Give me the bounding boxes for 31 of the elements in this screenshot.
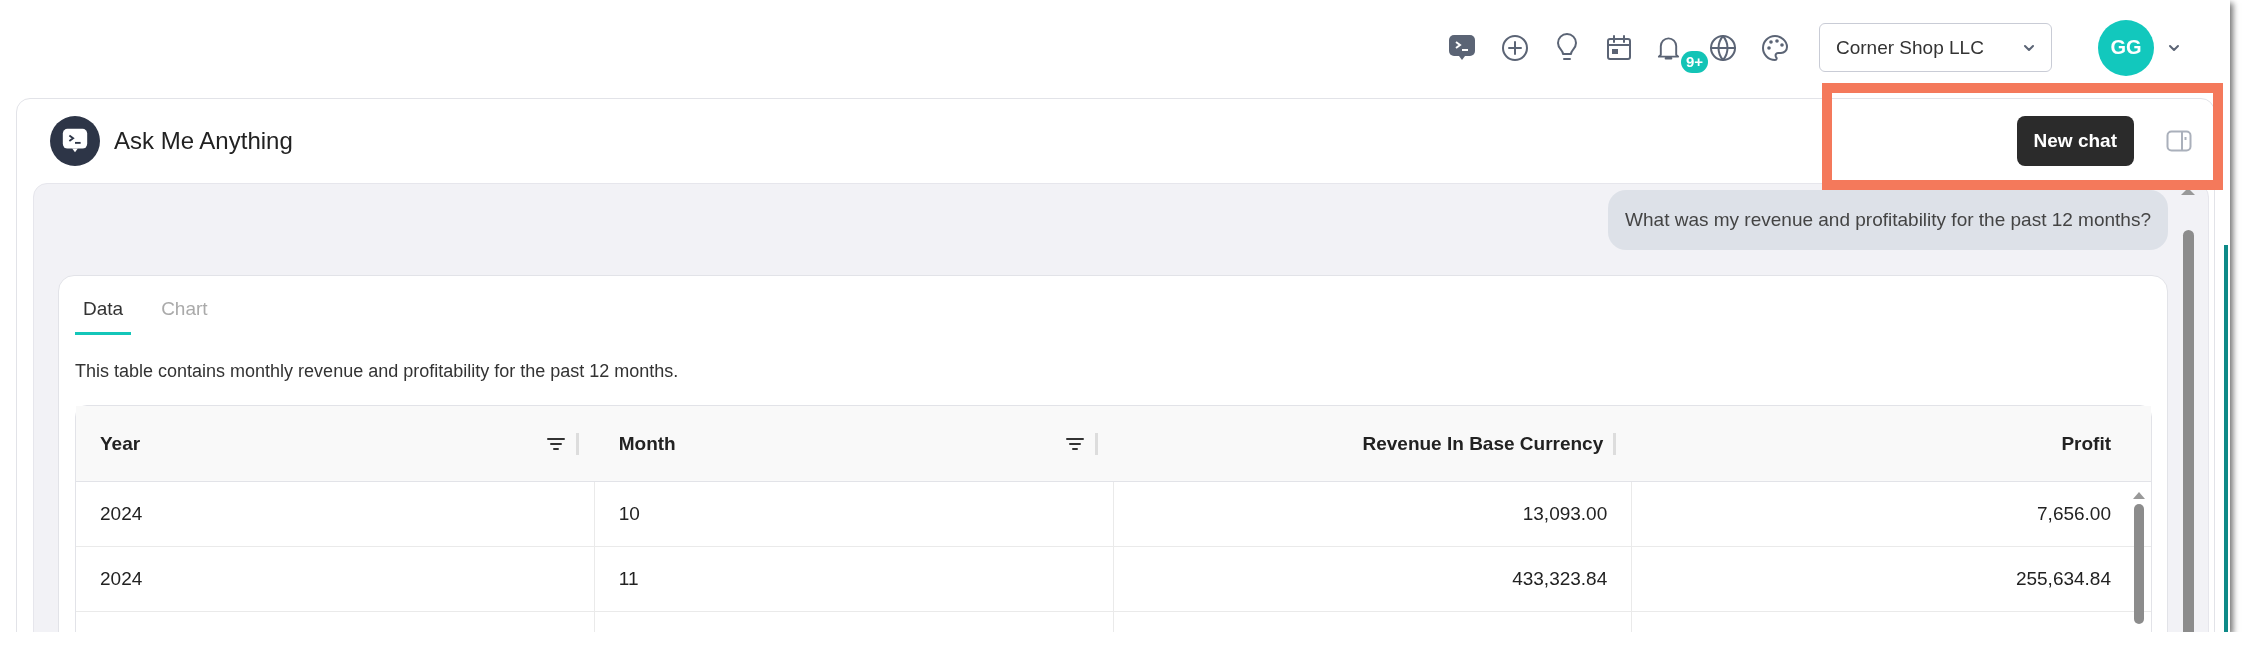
message-bubble: What was my revenue and profitability for the past 12 months? (1608, 190, 2168, 250)
column-header[interactable]: Year (100, 432, 536, 455)
table-cell: 11 (618, 568, 639, 590)
table-cell: 2024 (100, 503, 143, 525)
globe-icon[interactable] (1708, 32, 1738, 63)
column-header[interactable]: Profit (1656, 432, 2111, 455)
filter-icon[interactable] (1064, 435, 1085, 452)
company-select[interactable]: Corner Shop LLC (1819, 23, 2052, 72)
table-cell: 255,634.84 (2015, 568, 2111, 590)
column-header[interactable]: Revenue In Base Currency (1137, 432, 1604, 455)
chevron-down-icon (2023, 43, 2035, 52)
chat-logo-icon (50, 116, 100, 166)
scrollbar-thumb[interactable] (2134, 504, 2144, 624)
table-cell: 7,656.00 (2037, 503, 2111, 525)
chevron-down-icon[interactable] (2168, 43, 2180, 52)
filter-icon[interactable] (545, 435, 566, 452)
new-chat-button[interactable]: New chat (2016, 116, 2134, 166)
add-icon[interactable] (1500, 32, 1530, 63)
notification-count: 9+ (1681, 50, 1709, 73)
scroll-up-arrow[interactable] (2181, 188, 2195, 195)
table-cell: 13,093.00 (1522, 503, 1608, 525)
palette-icon[interactable] (1760, 32, 1790, 63)
table-cell: 10 (618, 503, 640, 525)
calendar-icon[interactable] (1604, 32, 1634, 63)
table-description: This table contains monthly revenue and profitability for the past 12 months. (75, 361, 680, 382)
column-header[interactable]: Month (618, 432, 1055, 455)
table-cell: 2024 (100, 568, 143, 590)
scrollbar-thumb[interactable] (2182, 230, 2194, 632)
panel-title: Ask Me Anything (114, 127, 294, 155)
tab[interactable]: Data (75, 292, 132, 335)
table-cell: 433,323.84 (1512, 568, 1608, 590)
